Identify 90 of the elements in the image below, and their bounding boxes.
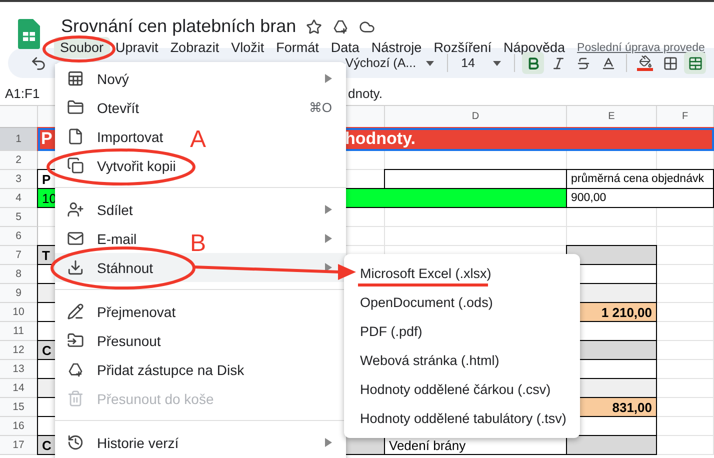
undo-icon[interactable] <box>30 54 47 72</box>
table-cell: průměrná cena objednávk <box>566 169 714 189</box>
folder-icon <box>67 99 84 116</box>
grid-cell <box>657 341 714 360</box>
caret-icon <box>493 60 501 66</box>
menu-item[interactable]: Nástroje <box>365 37 428 58</box>
row-header[interactable]: 1 <box>0 128 38 151</box>
row-header[interactable]: 13 <box>0 360 38 379</box>
submenu-arrow-icon <box>325 263 332 272</box>
row-header[interactable]: 4 <box>0 189 38 208</box>
row-header[interactable]: 7 <box>0 246 38 265</box>
merge-button[interactable] <box>684 52 706 74</box>
text-color-icon <box>600 56 616 70</box>
row-header[interactable]: 10 <box>0 303 38 322</box>
trash-icon <box>67 390 84 407</box>
row-header[interactable]: 9 <box>0 284 38 303</box>
grid-cell <box>657 227 714 246</box>
menu-option[interactable]: Sdílet <box>55 195 346 224</box>
row-header[interactable]: 16 <box>0 417 38 436</box>
borders-icon <box>662 56 678 70</box>
grid-cell <box>657 284 714 303</box>
font-size-dropdown[interactable]: 14 <box>455 56 507 70</box>
strikethrough-icon <box>576 56 590 70</box>
drive-add-icon <box>67 362 84 378</box>
grid-cell <box>657 322 714 341</box>
grid-cell <box>657 265 714 284</box>
document-title[interactable]: Srovnání cen platebních bran <box>61 16 296 37</box>
column-header[interactable]: D <box>385 106 567 128</box>
merge-icon <box>688 56 702 70</box>
row-header[interactable]: 6 <box>0 227 38 246</box>
row-header[interactable]: 12 <box>0 341 38 360</box>
grid-cell <box>657 303 714 322</box>
column-header[interactable]: E <box>567 106 657 128</box>
user-plus-icon <box>67 201 84 218</box>
sheets-logo[interactable] <box>18 19 40 49</box>
menu-item[interactable]: Vložit <box>225 37 270 58</box>
menu-option[interactable]: Vytvořit kopii <box>55 151 346 180</box>
submenu-arrow-icon <box>325 74 332 83</box>
row-header[interactable]: 3 <box>0 170 38 189</box>
star-icon[interactable] <box>306 18 322 34</box>
caret-icon <box>426 60 434 66</box>
mail-icon <box>67 230 84 247</box>
formula-text: dnoty. <box>348 86 382 100</box>
row-header[interactable]: 2 <box>0 151 38 170</box>
pencil-icon <box>67 303 84 320</box>
spreadsheet-icon <box>67 70 84 87</box>
menu-option[interactable]: Historie verzí <box>55 428 346 457</box>
download-icon <box>67 259 84 276</box>
table-cell: 900,00 <box>566 188 714 208</box>
file-icon <box>67 128 84 145</box>
shortcut-label: ⌘O <box>308 100 332 115</box>
grid-cell <box>657 436 714 455</box>
submenu-arrow-icon <box>325 205 332 214</box>
row-header[interactable]: 8 <box>0 265 38 284</box>
history-icon <box>67 434 84 451</box>
corner-cell[interactable] <box>0 106 38 128</box>
cloud-icon[interactable] <box>359 18 376 34</box>
menu-item[interactable]: Zobrazit <box>164 37 226 58</box>
menu-item[interactable]: Rozšíření <box>428 37 498 58</box>
row-header[interactable]: 5 <box>0 208 38 227</box>
annotation-letter: A <box>190 128 206 152</box>
row-header[interactable]: 14 <box>0 379 38 398</box>
grid-cell <box>657 360 714 379</box>
italic-icon <box>550 56 566 70</box>
menu-option[interactable]: Stáhnout <box>55 253 346 282</box>
grid-cell <box>657 379 714 398</box>
annotation-letter: B <box>190 232 206 256</box>
submenu-option[interactable]: Microsoft Excel (.xlsx) <box>344 259 580 288</box>
column-header[interactable]: F <box>657 106 714 128</box>
menu-item[interactable]: Formát <box>270 37 325 58</box>
grid-cell <box>657 246 714 265</box>
folder-arrow-icon <box>67 332 84 349</box>
color-bar <box>637 68 653 71</box>
menu-item[interactable]: Upravit <box>110 37 164 58</box>
submenu-arrow-icon <box>325 234 332 243</box>
drive-add-icon[interactable] <box>332 18 350 34</box>
submenu-arrow-icon <box>325 438 332 447</box>
menu-option[interactable]: Nový <box>55 64 346 93</box>
row-header[interactable]: 11 <box>0 322 38 341</box>
grid-cell <box>657 398 714 417</box>
copy-icon <box>67 157 84 174</box>
menu-option[interactable]: Otevřít ⌘O <box>55 93 346 122</box>
last-edit-link[interactable]: Poslední úprava provede <box>577 42 705 54</box>
grid-cell <box>657 417 714 436</box>
row-header[interactable]: 17 <box>0 436 38 455</box>
menu-item[interactable]: Data <box>324 37 366 58</box>
paint-bucket-icon <box>638 55 652 68</box>
grid-cell <box>657 208 714 227</box>
row-header[interactable]: 15 <box>0 398 38 417</box>
submenu-option[interactable]: Webová stránka (.html) <box>344 346 580 375</box>
